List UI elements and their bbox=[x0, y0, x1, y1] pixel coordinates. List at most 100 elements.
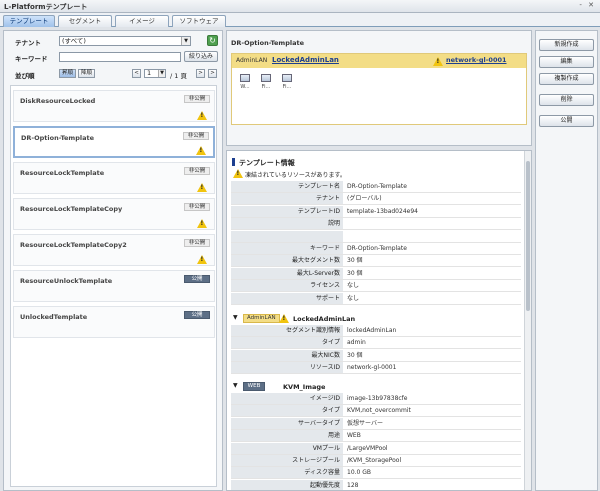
list-item-template[interactable]: ResourceLockTemplateCopy 非公開 bbox=[13, 198, 215, 230]
detail-value: lockedAdminLan bbox=[347, 327, 397, 334]
server-icon bbox=[240, 74, 250, 82]
detail-key: 起動優先度 bbox=[231, 479, 343, 490]
tab-segment[interactable]: セグメント bbox=[58, 15, 112, 27]
sort-label: 並び順 bbox=[15, 72, 35, 80]
status-badge: 非公開 bbox=[184, 95, 210, 103]
page-select[interactable]: 1 ▼ bbox=[144, 69, 166, 78]
detail-value: なし bbox=[347, 294, 360, 302]
network-resource-link[interactable]: network-gl-0001 bbox=[446, 56, 507, 64]
filter-button[interactable]: 絞り込み bbox=[184, 51, 218, 62]
warning-icon bbox=[197, 111, 207, 120]
window-titlebar: L-Platformテンプレート - ✕ bbox=[0, 0, 600, 13]
detail-row: 用途 WEB bbox=[231, 430, 521, 443]
detail-value: 30 個 bbox=[347, 351, 363, 359]
detail-row: 最大セグメント数 30 個 bbox=[231, 255, 521, 268]
server-node[interactable]: Fi... bbox=[259, 74, 273, 90]
status-badge: 公開 bbox=[184, 311, 210, 319]
refresh-icon[interactable]: ↻ bbox=[207, 35, 218, 46]
section-marker bbox=[232, 158, 235, 166]
create-button[interactable]: 新規作成 bbox=[539, 39, 594, 51]
tab-bar: テンプレート セグメント イメージ ソフトウェア bbox=[0, 13, 600, 27]
detail-row: リソースID network-gl-0001 bbox=[231, 362, 521, 375]
detail-row: 最大L-Server数 30 個 bbox=[231, 267, 521, 280]
detail-value: admin bbox=[347, 339, 366, 347]
prev-page-icon[interactable]: < bbox=[132, 69, 141, 78]
detail-row: イメージID image-13b97838cfe bbox=[231, 393, 521, 405]
tab-software[interactable]: ソフトウェア bbox=[172, 15, 226, 27]
template-name: ResourceUnlockTemplate bbox=[20, 277, 113, 285]
detail-key: テナント bbox=[231, 193, 343, 205]
detail-row: ストレージプール/KVM_StoragePool bbox=[231, 455, 521, 467]
detail-row: タイプ admin bbox=[231, 337, 521, 350]
detail-value: /LargeVMPool bbox=[347, 444, 388, 452]
lan-name-link[interactable]: LockedAdminLan bbox=[272, 56, 339, 64]
server-usage-tag: WEB bbox=[243, 382, 265, 391]
detail-value: DR-Option-Template bbox=[347, 183, 407, 190]
collapse-icon[interactable]: ▼ bbox=[233, 314, 238, 321]
next-page-icon[interactable]: > bbox=[196, 69, 205, 78]
keyword-input[interactable] bbox=[59, 52, 181, 62]
detail-value: WEB bbox=[347, 432, 361, 440]
list-item-template[interactable]: DiskResourceLocked 非公開 bbox=[13, 90, 215, 122]
template-detail-panel: テンプレート情報 凍結されているリソースがあります。 テンプレート名 DR-Opt… bbox=[226, 150, 532, 491]
warning-icon bbox=[279, 314, 289, 323]
template-list-panel: テナント (すべて) ▼ ↻ キーワード 絞り込み 並び順 昇順 降順 < 1 … bbox=[3, 30, 223, 491]
detail-row: ディスク容量 10.0 GB bbox=[231, 467, 521, 480]
lan-type-tag: AdminLAN bbox=[236, 57, 268, 64]
list-item-template[interactable]: UnlockedTemplate 公開 bbox=[13, 306, 215, 338]
detail-row: テンプレートID template-13bad024e94 bbox=[231, 205, 521, 218]
chevron-down-icon: ▼ bbox=[158, 70, 165, 77]
detail-value: 30 個 bbox=[347, 257, 363, 265]
collapse-icon[interactable]: ▼ bbox=[233, 382, 238, 389]
copy-button[interactable]: 複製作成 bbox=[539, 73, 594, 85]
detail-value: なし bbox=[347, 282, 360, 290]
detail-key: サーバータイプ bbox=[231, 417, 343, 429]
template-diagram-panel: DR-Option-Template AdminLAN LockedAdminL… bbox=[226, 30, 532, 146]
server-node-label: Fi... bbox=[261, 84, 271, 90]
detail-key: ディスク容量 bbox=[231, 467, 343, 479]
tab-template[interactable]: テンプレート bbox=[3, 15, 55, 27]
detail-value: 10.0 GB bbox=[347, 469, 372, 477]
list-item-template[interactable]: ResourceLockTemplateCopy2 非公開 bbox=[13, 234, 215, 266]
detail-value: KVM,not_overcommit bbox=[347, 407, 411, 415]
detail-row: テンプレート名 DR-Option-Template bbox=[231, 181, 521, 193]
edit-button[interactable]: 編集 bbox=[539, 56, 594, 68]
action-panel: 新規作成 編集 複製作成 削除 公開 bbox=[535, 30, 598, 491]
list-item-template[interactable]: ResourceUnlockTemplate 公開 bbox=[13, 270, 215, 302]
sort-ascending-button[interactable]: 昇順 bbox=[59, 69, 76, 78]
server-name: KVM_Image bbox=[283, 383, 326, 391]
template-info-title: テンプレート情報 bbox=[239, 159, 295, 167]
warning-icon bbox=[197, 183, 207, 192]
detail-row: 最大NIC数 30 個 bbox=[231, 349, 521, 362]
window-controls[interactable]: - ✕ bbox=[579, 1, 596, 9]
template-name: DiskResourceLocked bbox=[20, 97, 96, 105]
list-item-template[interactable]: ResourceLockTemplate 非公開 bbox=[13, 162, 215, 194]
template-list: DiskResourceLocked 非公開 DR-Option-Templat… bbox=[10, 85, 217, 487]
publish-button[interactable]: 公開 bbox=[539, 115, 594, 127]
warning-icon bbox=[233, 169, 243, 178]
template-name: ResourceLockTemplateCopy2 bbox=[20, 241, 127, 249]
detail-key: タイプ bbox=[231, 405, 343, 417]
server-node[interactable]: Fi... bbox=[280, 74, 294, 90]
tab-image[interactable]: イメージ bbox=[115, 15, 169, 27]
sort-descending-button[interactable]: 降順 bbox=[78, 69, 95, 78]
lan-segment-box[interactable]: AdminLAN LockedAdminLan network-gl-0001 … bbox=[231, 53, 527, 125]
server-icon bbox=[261, 74, 271, 82]
scrollbar-thumb[interactable] bbox=[526, 161, 530, 311]
template-name: DR-Option-Template bbox=[21, 134, 94, 142]
list-item-template-selected[interactable]: DR-Option-Template 非公開 bbox=[13, 126, 215, 158]
detail-key: セグメント識別情報 bbox=[231, 325, 343, 336]
detail-row: サーバータイプ 仮想サーバー bbox=[231, 417, 521, 430]
tenant-select[interactable]: (すべて) ▼ bbox=[59, 36, 191, 46]
detail-key: 最大L-Server数 bbox=[231, 267, 343, 279]
detail-key: サポート bbox=[231, 292, 343, 304]
server-node[interactable]: W... bbox=[238, 74, 252, 90]
tenant-label: テナント bbox=[15, 39, 41, 47]
detail-key bbox=[231, 230, 343, 242]
detail-key: キーワード bbox=[231, 243, 343, 254]
detail-scrollbar[interactable] bbox=[524, 151, 531, 490]
delete-button[interactable]: 削除 bbox=[539, 94, 594, 106]
detail-key: テンプレートID bbox=[231, 205, 343, 217]
lan-name: LockedAdminLan bbox=[293, 315, 356, 323]
last-page-icon[interactable]: > bbox=[208, 69, 217, 78]
